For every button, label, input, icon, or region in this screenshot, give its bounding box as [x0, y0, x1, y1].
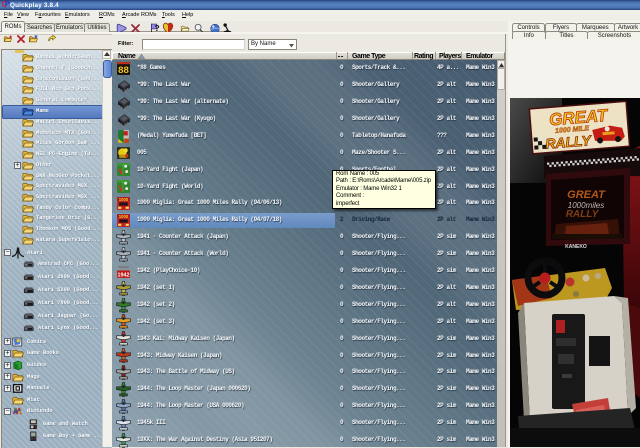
svg-text:KANEKO: KANEKO: [565, 244, 587, 250]
svg-text:88: 88: [118, 65, 129, 76]
svg-text:1000: 1000: [119, 214, 129, 219]
svg-text:1000: 1000: [119, 197, 129, 202]
svg-text:RALLY: RALLY: [566, 209, 600, 220]
svg-text:1942: 1942: [118, 272, 130, 278]
svg-text:GREAT: GREAT: [567, 189, 606, 201]
